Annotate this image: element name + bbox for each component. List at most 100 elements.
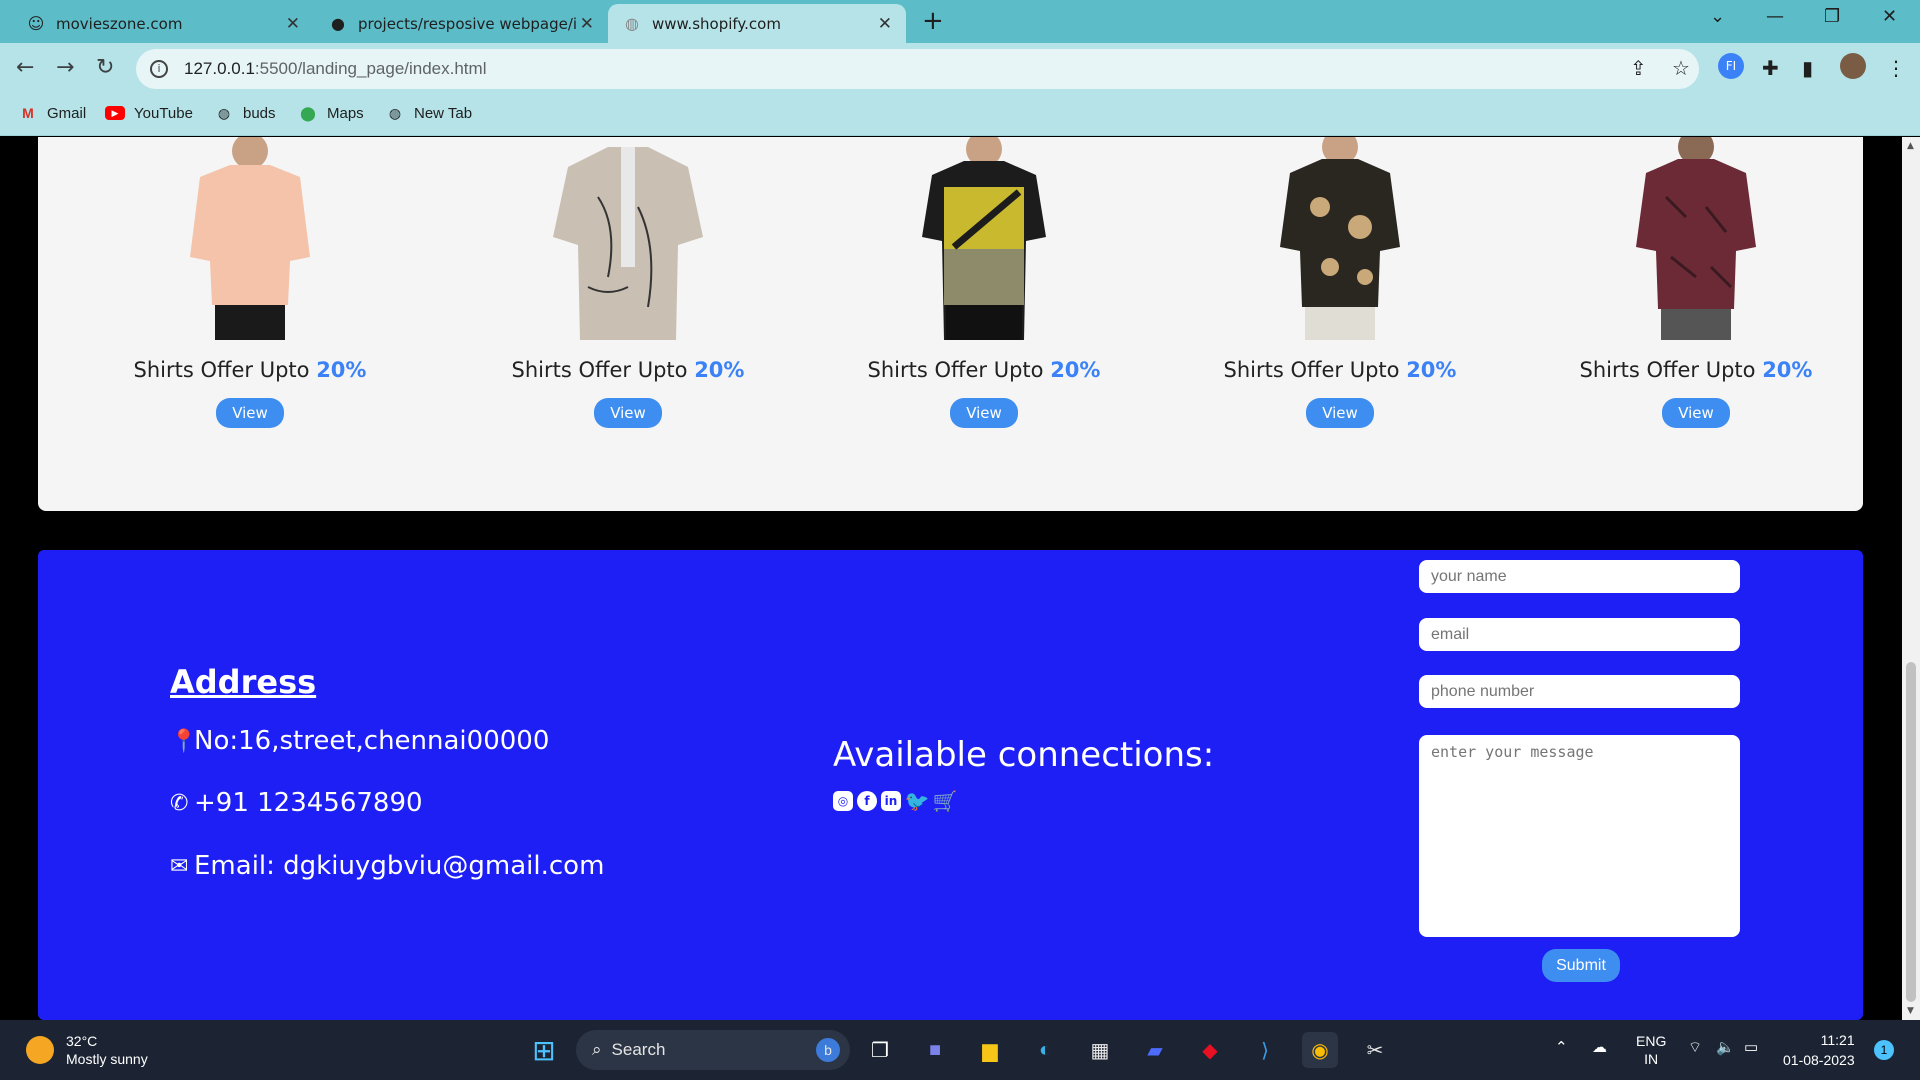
- tab-shopify[interactable]: ◍ www.shopify.com ✕: [608, 4, 906, 43]
- product-title: Shirts Offer Upto 20%: [1579, 358, 1813, 382]
- cloud-icon[interactable]: ☁: [1592, 1038, 1607, 1056]
- envelope-icon: ✉: [170, 853, 189, 879]
- system-clock[interactable]: 11:21 01-08-2023: [1783, 1030, 1855, 1070]
- battery-icon[interactable]: ▭: [1744, 1038, 1758, 1056]
- minimize-icon[interactable]: —: [1766, 6, 1784, 27]
- region-text: IN: [1644, 1051, 1659, 1067]
- product-title: Shirts Offer Upto 20%: [1223, 358, 1457, 382]
- message-textarea[interactable]: enter your message: [1419, 735, 1740, 937]
- extension-profile-icon[interactable]: FI: [1718, 53, 1744, 79]
- scroll-up-icon[interactable]: ▲: [1907, 141, 1914, 151]
- chevron-up-icon[interactable]: ⌃: [1555, 1038, 1568, 1056]
- side-panel-icon[interactable]: ▮: [1802, 56, 1813, 80]
- bookmark-label: buds: [243, 104, 276, 122]
- globe-icon: ◍: [217, 104, 231, 121]
- product-image: [1606, 137, 1786, 340]
- bookmarks-bar: M Gmail ▶ YouTube ◍ buds ⬤ Maps ◍ New Ta…: [0, 96, 1920, 136]
- windows-start-icon[interactable]: ⊞: [526, 1032, 562, 1068]
- bookmark-youtube[interactable]: ▶ YouTube: [105, 104, 193, 122]
- chrome-icon[interactable]: ◉: [1302, 1032, 1338, 1068]
- back-icon[interactable]: ←: [16, 55, 34, 80]
- email-line: ✉ Email: dgkiuygbviu@gmail.com: [170, 851, 604, 881]
- email-field[interactable]: email: [1419, 618, 1740, 651]
- gmail-icon: M: [22, 105, 34, 121]
- restore-icon[interactable]: ❐: [1824, 6, 1840, 27]
- store-icon[interactable]: ▦: [1082, 1032, 1118, 1068]
- address-title: Address: [170, 663, 317, 701]
- snipping-tool-icon[interactable]: ✂: [1357, 1032, 1393, 1068]
- cart-icon[interactable]: 🛒: [933, 789, 958, 813]
- product-image: [538, 137, 718, 340]
- linkedin-icon[interactable]: in: [881, 791, 901, 811]
- page-viewport: Shirts Offer Upto 20% View Shirts Offer …: [0, 137, 1902, 1020]
- bookmark-maps[interactable]: ⬤ Maps: [298, 104, 364, 122]
- site-info-icon[interactable]: i: [150, 60, 168, 78]
- close-window-icon[interactable]: ✕: [1882, 6, 1897, 27]
- tab-movieszone[interactable]: ☺ movieszone.com ✕: [12, 4, 314, 43]
- app-icon[interactable]: ▰: [1137, 1032, 1173, 1068]
- browser-toolbar: ← → ↻ i 127.0.0.1:5500/landing_page/inde…: [0, 43, 1920, 96]
- mcafee-icon[interactable]: ◆: [1192, 1032, 1228, 1068]
- instagram-icon[interactable]: ◎: [833, 791, 853, 811]
- close-tab-icon[interactable]: ✕: [878, 14, 892, 34]
- language-indicator[interactable]: ENG IN: [1636, 1032, 1666, 1068]
- globe-icon: ◍: [388, 104, 402, 121]
- view-button[interactable]: View: [1662, 398, 1730, 428]
- lang-text: ENG: [1636, 1033, 1667, 1049]
- phone-text: +91 1234567890: [194, 788, 423, 818]
- smiley-icon: ☺: [27, 14, 45, 33]
- avatar[interactable]: [1840, 53, 1866, 79]
- volume-icon[interactable]: 🔈: [1716, 1038, 1735, 1056]
- file-explorer-icon[interactable]: ▆: [972, 1032, 1008, 1068]
- view-button[interactable]: View: [1306, 398, 1374, 428]
- extensions-puzzle-icon[interactable]: ✚: [1762, 56, 1779, 80]
- tab-github[interactable]: ● projects/resposive webpage/inde ✕: [314, 4, 608, 43]
- star-icon[interactable]: ☆: [1672, 56, 1690, 80]
- taskbar-search[interactable]: ⌕ Search b: [576, 1030, 850, 1070]
- tab-title: movieszone.com: [56, 14, 183, 33]
- close-tab-icon[interactable]: ✕: [286, 14, 300, 34]
- vscode-icon[interactable]: ⟩: [1247, 1032, 1283, 1068]
- email-text: Email: dgkiuygbviu@gmail.com: [194, 851, 605, 881]
- share-icon[interactable]: ⇪: [1630, 56, 1647, 80]
- bookmark-gmail[interactable]: M Gmail: [18, 104, 86, 122]
- bookmark-buds[interactable]: ◍ buds: [214, 104, 276, 122]
- view-button[interactable]: View: [594, 398, 662, 428]
- wifi-icon[interactable]: ⌔: [1688, 1038, 1702, 1057]
- submit-button[interactable]: Submit: [1542, 949, 1620, 982]
- maps-icon: ⬤: [300, 104, 316, 121]
- address-bar[interactable]: i 127.0.0.1:5500/landing_page/index.html: [136, 49, 1699, 89]
- forward-icon[interactable]: →: [56, 55, 74, 80]
- scrollbar-thumb[interactable]: [1906, 662, 1916, 1002]
- view-button[interactable]: View: [950, 398, 1018, 428]
- phone-field[interactable]: phone number: [1419, 675, 1740, 708]
- task-view-icon[interactable]: ❐: [862, 1032, 898, 1068]
- twitter-icon[interactable]: 🐦: [905, 789, 930, 813]
- name-input[interactable]: your name: [1419, 560, 1740, 593]
- menu-kebab-icon[interactable]: ⋮: [1886, 56, 1906, 80]
- youtube-icon: ▶: [105, 104, 125, 122]
- page-scrollbar[interactable]: ▲ ▼: [1902, 137, 1920, 1020]
- close-tab-icon[interactable]: ✕: [580, 14, 594, 34]
- teams-icon[interactable]: ■: [917, 1032, 953, 1068]
- tab-search-icon[interactable]: ⌄: [1710, 6, 1725, 27]
- product-card: Shirts Offer Upto 20% View: [1190, 137, 1490, 428]
- product-card: Shirts Offer Upto 20% View: [478, 137, 778, 428]
- clock-date: 01-08-2023: [1783, 1052, 1855, 1068]
- bookmark-label: New Tab: [414, 104, 473, 122]
- product-image: [894, 137, 1074, 340]
- products-section: Shirts Offer Upto 20% View Shirts Offer …: [38, 137, 1863, 511]
- bookmark-new-tab[interactable]: ◍ New Tab: [385, 104, 472, 122]
- social-links: ◎ f in 🐦 🛒: [833, 789, 958, 813]
- weather-widget[interactable]: 32°C Mostly sunny: [26, 1032, 148, 1068]
- url-text[interactable]: 127.0.0.1:5500/landing_page/index.html: [184, 59, 486, 79]
- notification-badge[interactable]: 1: [1874, 1040, 1894, 1060]
- view-button[interactable]: View: [216, 398, 284, 428]
- address-line: 📍 No:16,street,chennai00000: [170, 726, 549, 756]
- scroll-down-icon[interactable]: ▼: [1907, 1006, 1914, 1016]
- new-tab-icon[interactable]: +: [922, 6, 944, 36]
- reload-icon[interactable]: ↻: [96, 55, 114, 80]
- product-title: Shirts Offer Upto 20%: [511, 358, 745, 382]
- facebook-icon[interactable]: f: [857, 791, 877, 811]
- edge-icon[interactable]: ◐: [1027, 1032, 1063, 1068]
